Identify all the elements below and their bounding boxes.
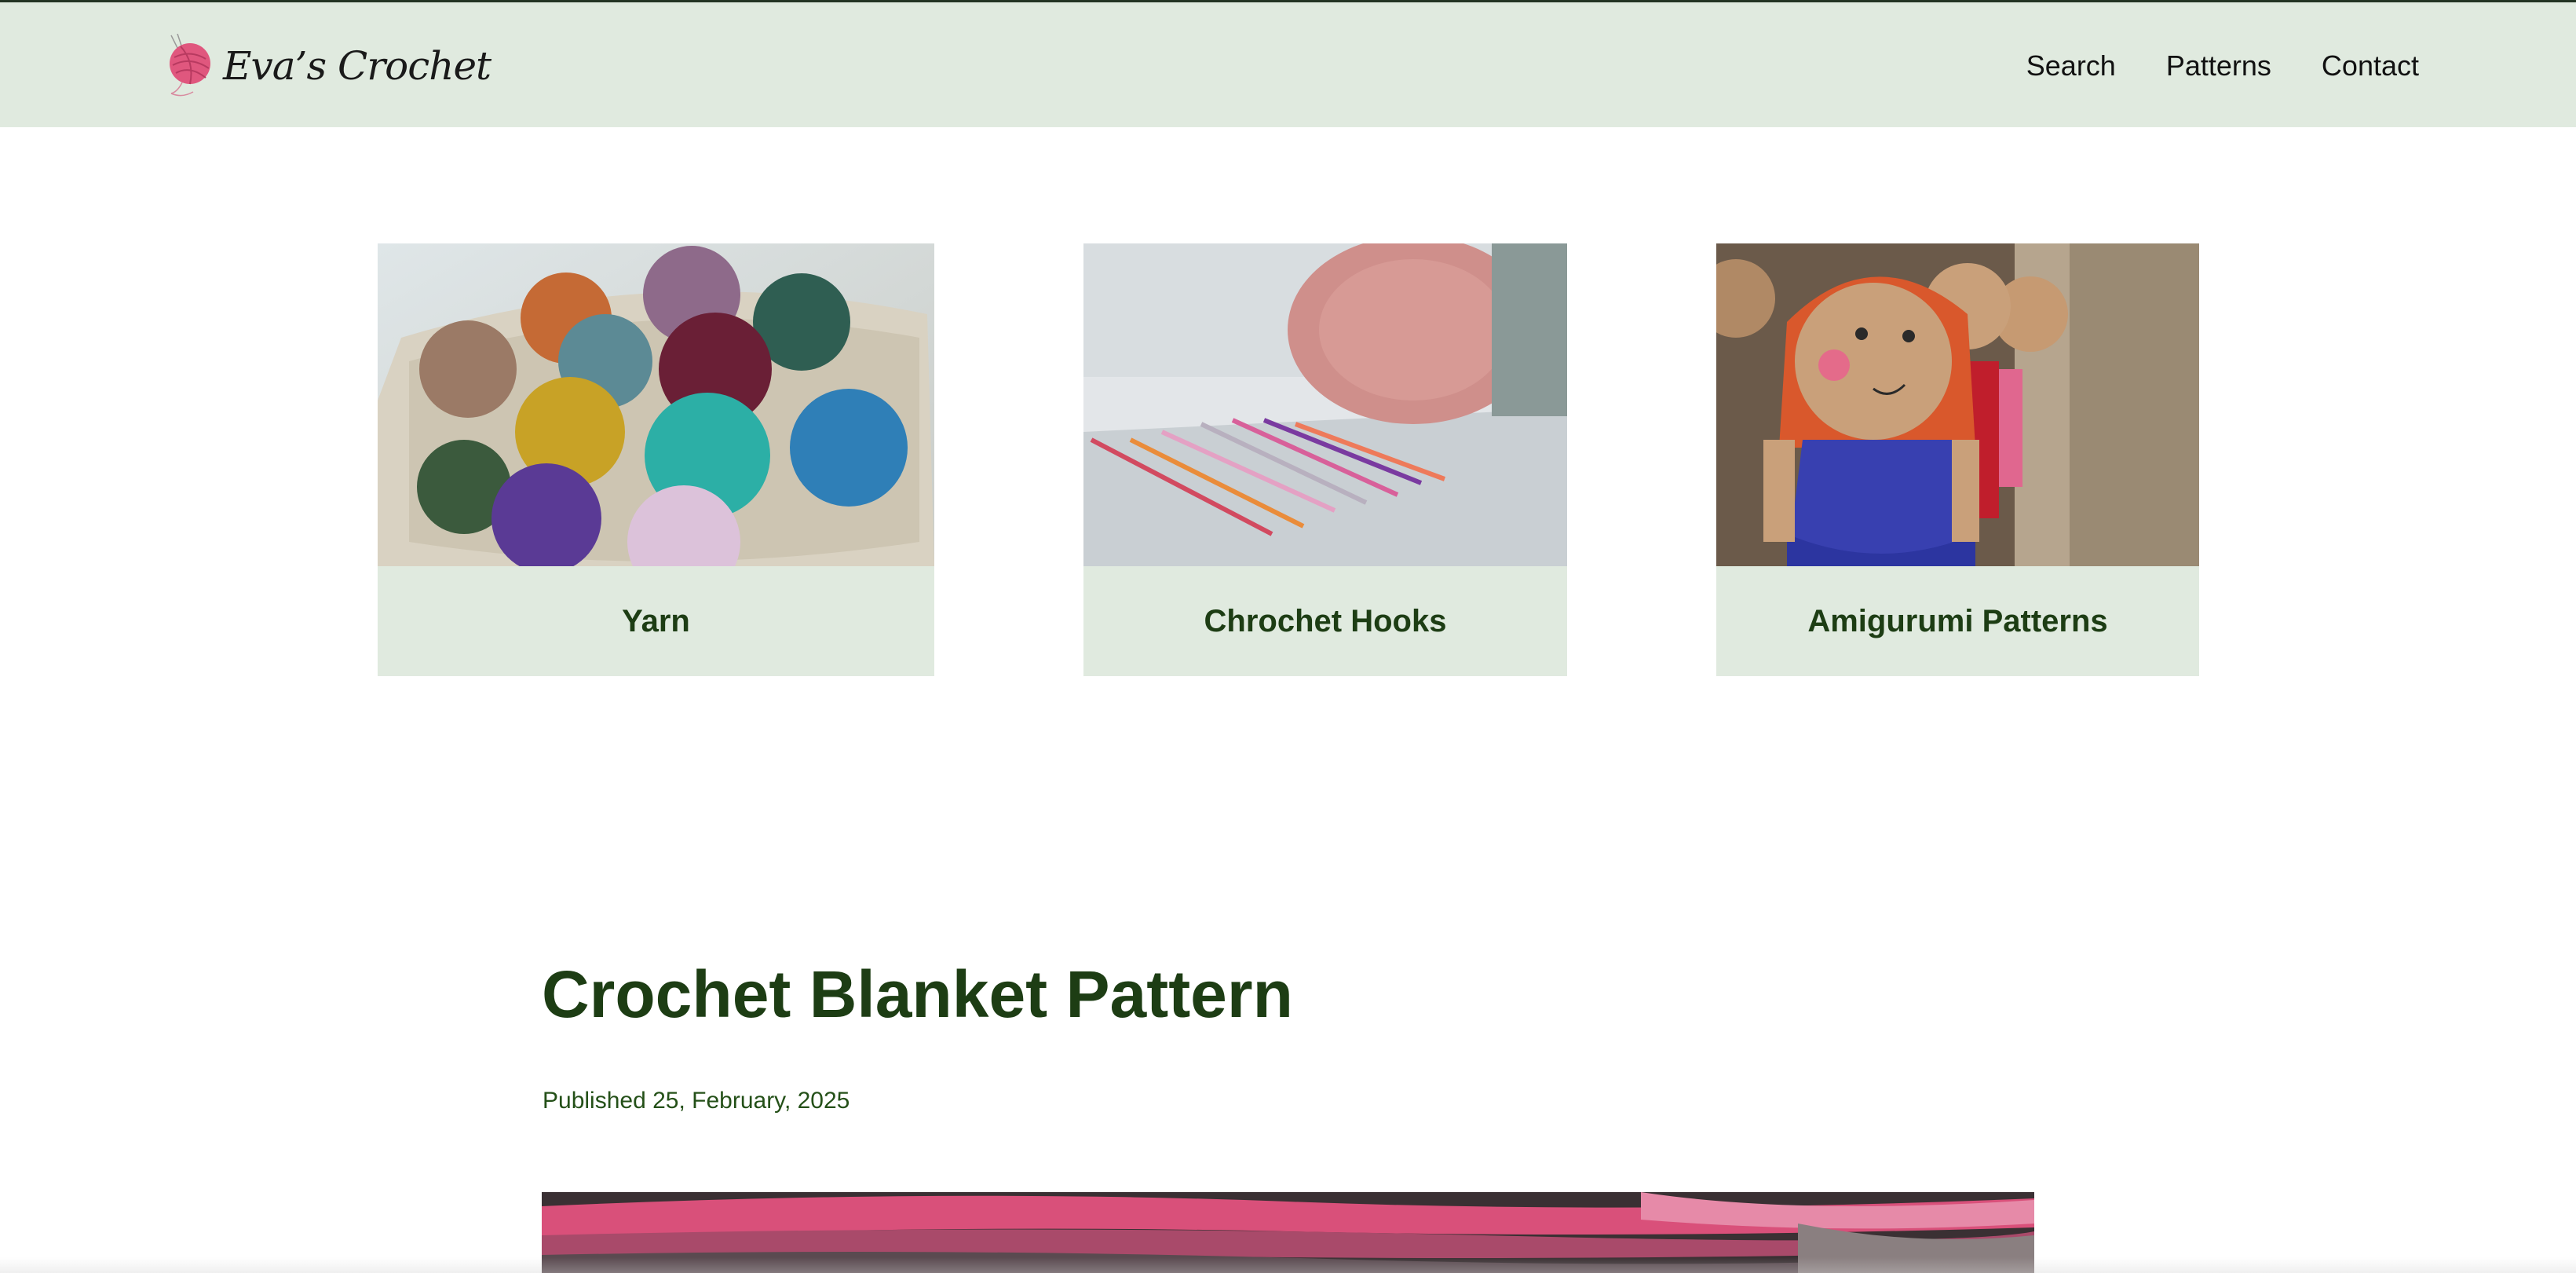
category-label: Yarn bbox=[622, 603, 690, 638]
crochet-hooks-photo bbox=[1083, 243, 1567, 566]
amigurumi-dolls-photo bbox=[1716, 243, 2199, 566]
category-card-amigurumi[interactable]: Amigurumi Patterns bbox=[1716, 243, 2199, 676]
article-title: Crochet Blanket Pattern bbox=[542, 957, 1293, 1031]
article-published-date: Published 25, February, 2025 bbox=[543, 1088, 850, 1114]
site-logo[interactable]: Eva’s Crochet bbox=[166, 34, 491, 98]
nav-contact-link[interactable]: Contact bbox=[2322, 49, 2419, 82]
yarn-baskets-photo bbox=[378, 243, 934, 566]
nav-search-link[interactable]: Search bbox=[2026, 49, 2116, 82]
category-label: Chrochet Hooks bbox=[1204, 603, 1447, 638]
site-header: Eva’s Crochet Search Patterns Contact bbox=[0, 0, 2576, 127]
category-label: Amigurumi Patterns bbox=[1807, 603, 2108, 638]
yarn-ball-icon bbox=[170, 34, 210, 97]
brand-name: Eva’s Crochet bbox=[223, 43, 491, 89]
category-card-yarn[interactable]: Yarn bbox=[378, 243, 934, 676]
nav-patterns-link[interactable]: Patterns bbox=[2166, 49, 2271, 82]
crochet-blanket-photo bbox=[542, 1192, 2034, 1273]
main-nav: Search Patterns Contact bbox=[2026, 2, 2419, 130]
category-card-hooks[interactable]: Chrochet Hooks bbox=[1083, 243, 1567, 676]
